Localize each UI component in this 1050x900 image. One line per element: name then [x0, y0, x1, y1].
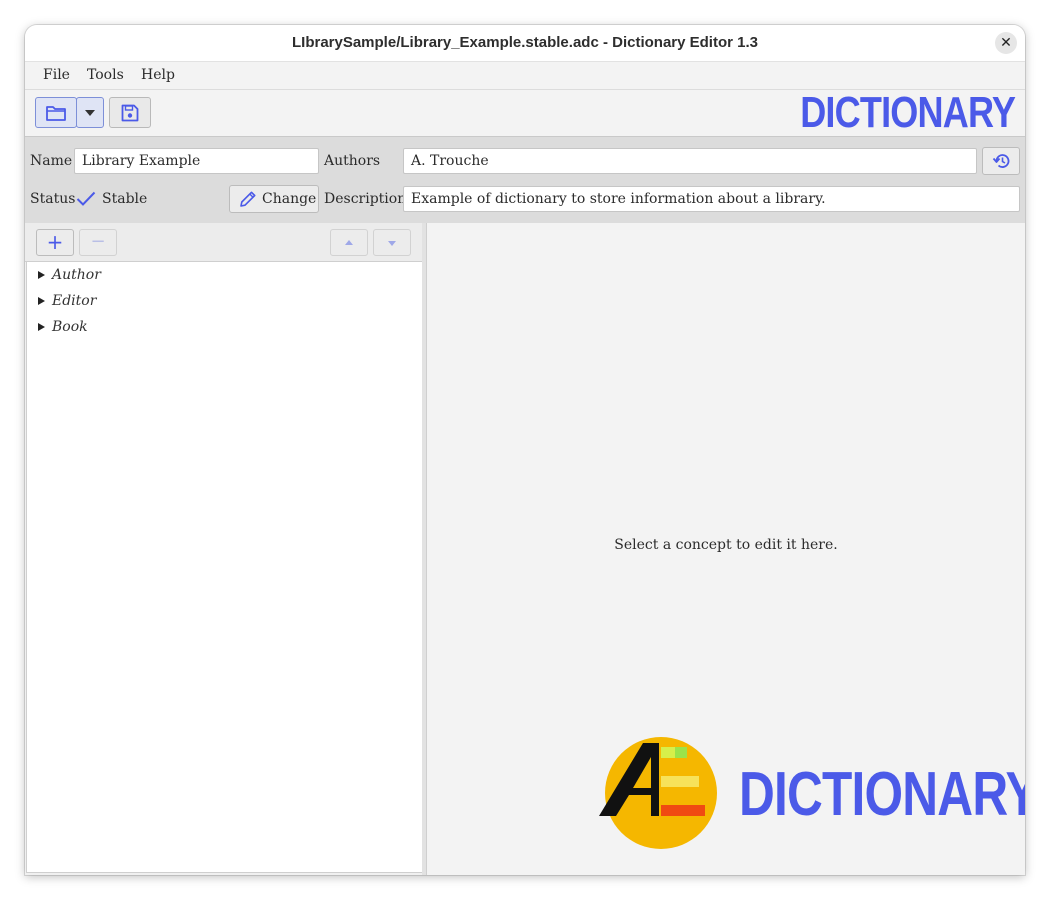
close-button[interactable]: ✕ — [995, 32, 1017, 54]
open-button[interactable] — [35, 97, 77, 128]
concept-tree: Author Editor Book — [26, 262, 423, 873]
app-window: LIbrarySample/Library_Example.stable.adc… — [25, 25, 1025, 875]
brand-logo-large-text: DICTIONARY — [739, 760, 1025, 829]
checkmark-icon — [76, 191, 96, 206]
tree-item-label: Editor — [52, 293, 97, 309]
name-label: Name — [30, 153, 73, 169]
folder-icon — [46, 106, 66, 121]
tree-toolbar: + − — [25, 223, 422, 262]
editor-placeholder-text: Select a concept to edit it here. — [614, 537, 838, 553]
minus-icon: − — [90, 231, 106, 252]
tree-item-book[interactable]: Book — [27, 314, 422, 340]
change-status-button[interactable]: Change — [229, 185, 319, 213]
dictionary-properties: Name Library Example Authors A. Trouche … — [25, 136, 1025, 224]
status-label: Status — [30, 191, 76, 207]
status-value: Stable — [102, 191, 148, 207]
description-field[interactable]: Example of dictionary to store informati… — [403, 186, 1020, 212]
ae-logo-icon — [599, 737, 717, 849]
name-field[interactable]: Library Example — [74, 148, 319, 174]
pencil-icon — [240, 191, 256, 207]
window-title: LIbrarySample/Library_Example.stable.adc… — [291, 34, 758, 51]
chevron-down-icon — [85, 110, 95, 116]
history-icon — [992, 154, 1010, 168]
menu-file[interactable]: File — [43, 62, 70, 89]
arrow-down-icon — [388, 241, 396, 246]
remove-concept-button[interactable]: − — [79, 229, 117, 256]
tree-item-label: Book — [52, 319, 88, 335]
concept-tree-panel: + − Author Editor Book — [25, 223, 423, 875]
close-icon: ✕ — [1000, 35, 1012, 51]
expand-arrow-icon[interactable] — [38, 323, 45, 331]
history-button[interactable] — [982, 147, 1020, 175]
arrow-up-icon — [345, 240, 353, 245]
save-icon — [121, 104, 139, 122]
tree-item-author[interactable]: Author — [27, 262, 422, 288]
move-down-button[interactable] — [373, 229, 411, 256]
expand-arrow-icon[interactable] — [38, 271, 45, 279]
authors-label: Authors — [324, 153, 381, 169]
menu-tools[interactable]: Tools — [87, 62, 124, 89]
description-label: Description — [324, 191, 407, 207]
tree-item-editor[interactable]: Editor — [27, 288, 422, 314]
authors-field[interactable]: A. Trouche — [403, 148, 977, 174]
menu-help[interactable]: Help — [141, 62, 175, 89]
toolbar: DICTIONARY — [25, 90, 1025, 136]
brand-logo-text: DICTIONARY — [800, 88, 1016, 137]
open-dropdown-button[interactable] — [76, 97, 104, 128]
plus-icon: + — [46, 230, 64, 254]
add-concept-button[interactable]: + — [36, 229, 74, 256]
expand-arrow-icon[interactable] — [38, 297, 45, 305]
move-up-button[interactable] — [330, 229, 368, 256]
tree-item-label: Author — [52, 267, 101, 283]
change-button-label: Change — [262, 191, 317, 207]
menu-bar: File Tools Help — [25, 62, 1025, 90]
save-button[interactable] — [109, 97, 151, 128]
title-bar: LIbrarySample/Library_Example.stable.adc… — [25, 25, 1025, 62]
